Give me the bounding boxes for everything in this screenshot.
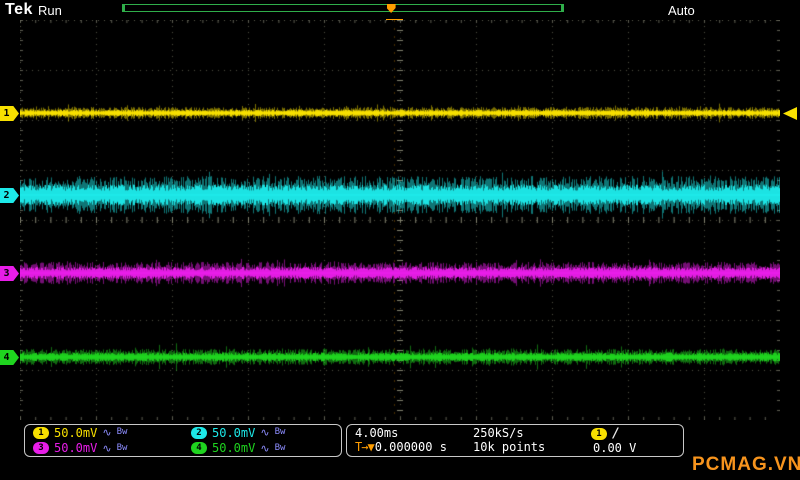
- channel-3-marker[interactable]: 3: [0, 266, 19, 281]
- channel-3-badge: 3: [33, 442, 49, 454]
- channel-4-marker[interactable]: 4: [0, 350, 19, 365]
- horizontal-trigger-readouts: 4.00ms T→▼0.000000 s 250kS/s 10k points …: [346, 424, 684, 457]
- trigger-position-indicator[interactable]: [386, 4, 396, 13]
- sample-rate: 250kS/s: [473, 426, 524, 440]
- channel-4-readout: 4 50.0mV ∿ Bw: [183, 441, 341, 456]
- timebase-scale: 4.00ms: [355, 426, 399, 440]
- trigger-source-badge: 1: [591, 427, 607, 440]
- channel-4-scale: 50.0mV: [212, 441, 256, 455]
- trigger-source: 1 /: [591, 426, 683, 441]
- channel-2-scale: 50.0mV: [212, 425, 256, 440]
- channel-1-scale: 50.0mV: [54, 425, 98, 440]
- trigger-level-value: 0.00 V: [593, 441, 637, 455]
- trigger-offset: T→▼0.000000 s: [355, 440, 473, 454]
- oscilloscope-screen: Tek Run Auto T 1 2 3 4 1 50.0mV ∿ Bw 2 5…: [0, 0, 800, 480]
- trigger-level-marker[interactable]: [783, 107, 797, 120]
- ac-coupling-icon: ∿: [260, 426, 270, 439]
- channel-4-badge: 4: [191, 442, 207, 454]
- waveform-display: [20, 20, 780, 420]
- acquisition-position-bar: [122, 4, 564, 13]
- trigger-offset-value: 0.000000 s: [374, 440, 447, 454]
- trigger-mode-label: Auto: [668, 3, 695, 18]
- bandwidth-limit-icon: Bw: [116, 442, 128, 453]
- channel-1-readout: 1 50.0mV ∿ Bw: [25, 425, 183, 440]
- channel-3-readout: 3 50.0mV ∿ Bw: [25, 441, 183, 456]
- channel-2-readout: 2 50.0mV ∿ Bw: [183, 425, 341, 440]
- bandwidth-limit-icon: Bw: [274, 442, 286, 453]
- watermark: PCMAG.VN: [692, 454, 800, 475]
- channel-3-scale: 50.0mV: [54, 441, 98, 455]
- channel-readouts: 1 50.0mV ∿ Bw 2 50.0mV ∿ Bw 3 50.0mV ∿ B…: [24, 424, 342, 457]
- channel-1-badge: 1: [33, 426, 49, 439]
- ac-coupling-icon: ∿: [102, 441, 112, 455]
- ac-coupling-icon: ∿: [260, 441, 270, 455]
- tek-logo: Tek: [5, 1, 33, 18]
- timebase-column: 4.00ms T→▼0.000000 s: [355, 426, 473, 454]
- channel-2-badge: 2: [191, 426, 207, 439]
- acquisition-column: 250kS/s 10k points: [473, 426, 591, 454]
- bandwidth-limit-icon: Bw: [274, 427, 286, 437]
- ac-coupling-icon: ∿: [102, 426, 112, 439]
- trigger-slope-icon: /: [612, 426, 620, 441]
- record-length: 10k points: [473, 440, 546, 454]
- trigger-offset-icon: T→▼: [355, 440, 375, 454]
- channel-2-marker[interactable]: 2: [0, 188, 19, 203]
- bandwidth-limit-icon: Bw: [116, 427, 128, 437]
- acquisition-status: Run: [38, 3, 62, 18]
- trigger-column: 1 / 0.00 V: [591, 426, 683, 455]
- channel-1-marker[interactable]: 1: [0, 106, 19, 121]
